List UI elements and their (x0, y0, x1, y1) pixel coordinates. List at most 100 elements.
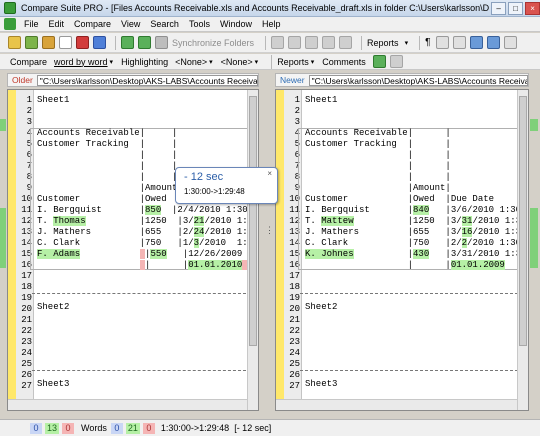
main-toolbar: Synchronize Folders Reports ▾ ¶ (0, 33, 540, 53)
sheet-separator (32, 370, 246, 371)
chevron-down-icon[interactable]: ▾ (255, 58, 259, 66)
reports-button[interactable]: Reports (277, 57, 309, 67)
options-icon[interactable] (504, 36, 518, 49)
menu-view[interactable]: View (116, 19, 145, 29)
code-line: |Amount| (37, 183, 183, 193)
left-path-field[interactable]: "C:\Users\karlsson\Desktop\AKS-LABS\Acco… (36, 74, 258, 86)
left-horizontal-scrollbar[interactable] (8, 399, 247, 410)
line-number: 1 (294, 95, 300, 105)
status-bar: 0 13 0 Words 0 21 0 1:30:00->1:29:48 [- … (0, 419, 540, 436)
code-line: Sheet2 (37, 302, 70, 312)
line-number: 26 (21, 370, 32, 380)
code-line: Accounts Receivable| | (305, 128, 451, 138)
scrollbar-thumb[interactable] (249, 96, 257, 346)
close-icon[interactable]: × (267, 169, 272, 178)
line-number: 27 (21, 381, 32, 391)
title-bar: Compare Suite PRO - [Files Accounts Rece… (0, 0, 540, 17)
sync-folders-icon (155, 36, 168, 49)
sync-left-icon[interactable] (121, 36, 134, 49)
diff-marker[interactable] (530, 208, 538, 268)
splitter-grip-icon[interactable]: ⋮ (265, 225, 274, 236)
highlighting-label: Highlighting (121, 56, 169, 67)
pane-splitter[interactable]: ⋮ (259, 89, 275, 411)
status-count: 13 (45, 422, 60, 434)
minimize-button[interactable]: – (491, 1, 507, 15)
left-vertical-scrollbar[interactable] (247, 90, 258, 410)
menu-search[interactable]: Search (145, 19, 184, 29)
first-diff-icon[interactable] (470, 36, 484, 49)
close-window-button[interactable]: × (525, 1, 540, 15)
line-number: 2 (26, 106, 32, 116)
menu-file[interactable]: File (19, 19, 44, 29)
delete-icon[interactable] (76, 36, 89, 49)
right-horizontal-scrollbar[interactable] (276, 399, 517, 410)
prev-diff-icon[interactable] (436, 36, 450, 49)
code-line: J. Mathers |655 |3/16/2010 1:30: (305, 227, 529, 237)
highlight-dropdown-1[interactable]: <None> (175, 57, 207, 67)
line-number: 23 (21, 337, 32, 347)
window-title: Compare Suite PRO - [Files Accounts Rece… (20, 3, 490, 13)
paragraph-icon[interactable]: ¶ (425, 37, 430, 48)
menu-window[interactable]: Window (215, 19, 257, 29)
right-path-bar: Newer "C:\Users\karlsson\Desktop\AKS-LAB… (275, 73, 529, 87)
code-line: Sheet3 (37, 379, 70, 389)
highlight-dropdown-2[interactable]: <None> (221, 57, 253, 67)
status-count: 0 (142, 422, 155, 434)
code-line: | |01.01.2010 (37, 260, 254, 271)
chevron-down-icon[interactable]: ▾ (209, 58, 213, 66)
line-number: 21 (21, 315, 32, 325)
tooltip-delta: - 12 sec (184, 171, 224, 183)
scrollbar-thumb[interactable] (519, 96, 527, 346)
dropdown-arrow-icon[interactable]: ▾ (405, 39, 409, 47)
sort-icon[interactable] (93, 36, 106, 49)
chevron-down-icon[interactable]: ▾ (311, 58, 315, 66)
synchronize-folders-button[interactable]: Synchronize Folders (172, 38, 254, 48)
code-line: | |01.01.2009 (305, 260, 505, 270)
copy-left-icon[interactable] (271, 36, 285, 49)
left-overview-strip[interactable] (0, 89, 7, 411)
code-line: K. Johnes |430 |3/31/2010 1:30: (305, 249, 529, 259)
line-number: 18 (289, 282, 300, 292)
open-folder-icon[interactable] (8, 36, 21, 49)
merge-icon[interactable] (305, 36, 319, 49)
diff-tooltip: - 12 sec 1:30:00->1:29:48 × (175, 167, 278, 204)
maximize-button[interactable]: □ (508, 1, 524, 15)
compare-label: Compare (10, 56, 48, 67)
diff-marker[interactable] (0, 208, 6, 268)
menu-help[interactable]: Help (257, 19, 286, 29)
copy-right-icon[interactable] (288, 36, 302, 49)
folder-compare-icon[interactable] (42, 36, 55, 49)
compare-toolbar: Compare word by word ▾ Highlighting <Non… (0, 54, 540, 70)
app-icon (4, 2, 16, 14)
last-diff-icon[interactable] (487, 36, 501, 49)
menu-tools[interactable]: Tools (184, 19, 215, 29)
status-count: 21 (125, 422, 140, 434)
right-vertical-scrollbar[interactable] (517, 90, 528, 410)
diff-marker[interactable] (0, 119, 6, 131)
right-path-field[interactable]: "C:\Users\karlsson\Desktop\AKS-LABS\Acco… (308, 74, 528, 86)
code-line: Customer Tracking | | (37, 139, 178, 149)
menu-compare[interactable]: Compare (69, 19, 116, 29)
change-marker-column (276, 90, 284, 410)
add-comment-icon[interactable] (372, 55, 386, 68)
left-compare-pane[interactable]: 1 2 3 4 5 6 7 8 9 10 11 12 13 14 15 16 17 18 19 20 21 22 23 24 2… (7, 89, 259, 411)
new-document-icon[interactable] (59, 36, 72, 49)
right-compare-pane[interactable]: 1 2 3 4 5 6 7 8 9 10 11 12 13 14 15 16 17 18 19 20 21 22 23 24 2… (275, 89, 529, 411)
refresh-icon[interactable] (339, 36, 353, 49)
words-label: Words (81, 423, 107, 433)
sync-right-icon[interactable] (138, 36, 151, 49)
open-files-icon[interactable] (25, 36, 38, 49)
swap-icon[interactable] (322, 36, 336, 49)
diff-marker[interactable] (530, 119, 538, 131)
line-number: 20 (289, 304, 300, 314)
next-diff-icon[interactable] (453, 36, 467, 49)
line-number: 27 (289, 381, 300, 391)
diff-overview-strip[interactable] (529, 89, 540, 411)
line-number: 19 (289, 293, 300, 303)
compare-mode-dropdown[interactable]: word by word (54, 57, 108, 67)
reports-menu-button[interactable]: Reports (367, 38, 399, 48)
remove-comment-icon[interactable] (389, 55, 403, 68)
chevron-down-icon[interactable]: ▾ (110, 58, 114, 66)
menu-edit[interactable]: Edit (44, 19, 70, 29)
code-line: Sheet1 (305, 95, 338, 105)
